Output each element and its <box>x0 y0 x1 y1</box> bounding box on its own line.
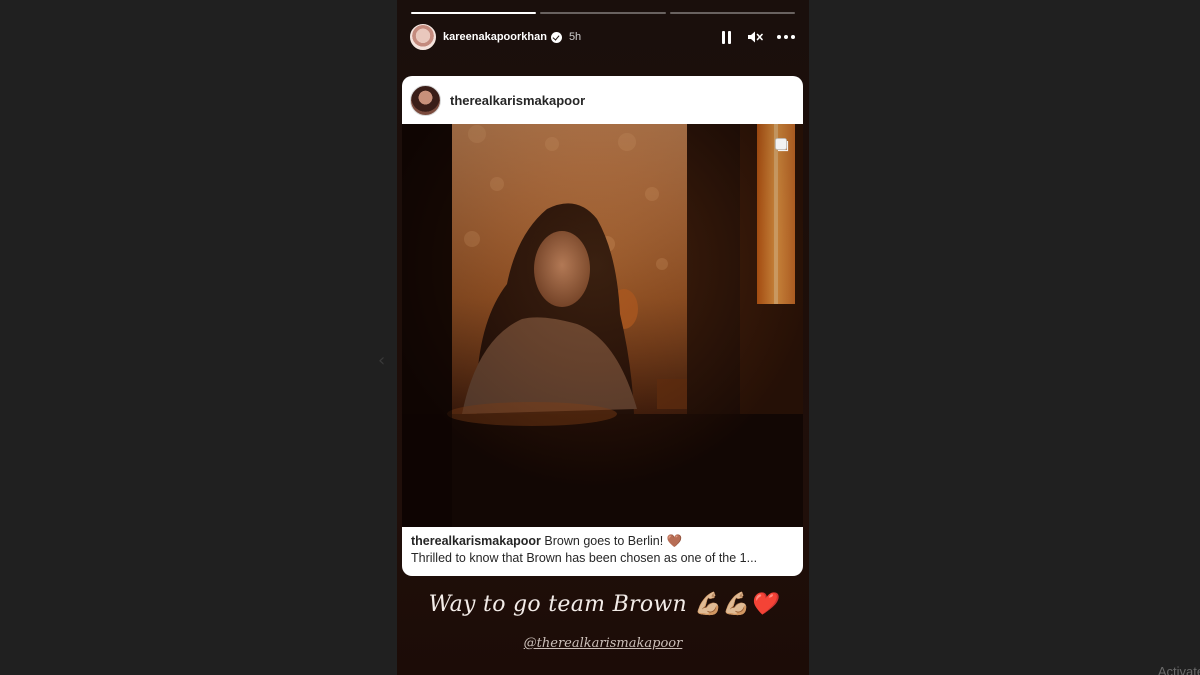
carousel-icon <box>775 138 789 152</box>
more-icon[interactable] <box>777 35 795 39</box>
post-caption: therealkarismakapoor Brown goes to Berli… <box>402 527 803 576</box>
caption-text: Brown goes to Berlin! 🤎 <box>540 534 683 548</box>
post-username[interactable]: therealkarismakapoor <box>450 93 585 108</box>
shared-post-card[interactable]: therealkarismakapoor therealkarismakapoo… <box>402 76 803 576</box>
story-text-overlay: Way to go team Brown 💪🏼💪🏼❤️ <box>428 592 778 617</box>
progress-segment <box>411 12 537 14</box>
mute-icon[interactable] <box>747 30 763 44</box>
activation-watermark: Activate W <box>1157 664 1200 675</box>
caption-line-2: Thrilled to know that Brown has been cho… <box>411 551 758 565</box>
post-image[interactable] <box>402 124 803 527</box>
film-still <box>402 124 803 527</box>
story-controls <box>721 30 795 44</box>
verified-icon <box>550 31 562 43</box>
caption-username[interactable]: therealkarismakapoor <box>411 534 541 548</box>
story-progress <box>411 12 795 14</box>
progress-segment <box>540 12 666 14</box>
chevron-left-icon[interactable]: ‹ <box>378 350 385 371</box>
story-username[interactable]: kareenakapoorkhan <box>443 31 547 43</box>
post-avatar[interactable] <box>410 84 441 116</box>
post-header: therealkarismakapoor <box>402 76 803 124</box>
mention-sticker[interactable]: @therealkarismakapoor <box>397 636 809 651</box>
progress-segment <box>669 12 795 14</box>
pause-icon[interactable] <box>721 30 733 44</box>
caption-line-1: therealkarismakapoor Brown goes to Berli… <box>411 533 794 550</box>
story-time: 5h <box>568 31 582 43</box>
avatar[interactable] <box>410 24 436 50</box>
story-header: kareenakapoorkhan 5h <box>410 24 795 50</box>
progress-fill <box>411 12 537 14</box>
story-viewer[interactable]: kareenakapoorkhan 5h therealkarismakapoo… <box>397 0 809 675</box>
